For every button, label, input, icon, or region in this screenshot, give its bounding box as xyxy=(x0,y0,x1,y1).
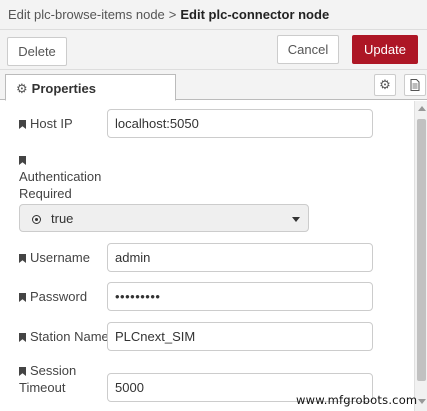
bookmark-icon xyxy=(19,333,26,342)
password-label: Password xyxy=(19,289,87,304)
session-timeout-label: Session Timeout xyxy=(19,363,77,395)
authentication-label: Authentication Required xyxy=(19,151,101,202)
username-label: Username xyxy=(19,250,90,265)
tab-properties[interactable]: ⚙ Properties xyxy=(5,74,176,101)
node-settings-button[interactable]: ⚙ xyxy=(374,74,396,96)
document-icon xyxy=(410,79,420,91)
breadcrumb-separator: > xyxy=(168,7,177,22)
bookmark-icon xyxy=(19,254,26,263)
username-input[interactable]: admin xyxy=(107,243,373,272)
update-button[interactable]: Update xyxy=(352,35,418,64)
authentication-select[interactable]: true xyxy=(19,204,309,232)
gear-icon: ⚙ xyxy=(379,77,391,92)
scroll-down-arrow-icon[interactable] xyxy=(418,399,426,404)
breadcrumb-current: Edit plc-connector node xyxy=(180,7,330,22)
watermark: www.mfgrobots.com xyxy=(296,393,418,407)
scroll-up-arrow-icon[interactable] xyxy=(418,106,426,111)
gear-icon: ⚙ xyxy=(16,81,28,96)
password-input[interactable]: ••••••••• xyxy=(107,282,373,311)
authentication-value: true xyxy=(51,211,74,226)
scrollbar[interactable] xyxy=(414,101,427,411)
host-ip-input[interactable]: localhost:5050 xyxy=(107,109,373,138)
bookmark-icon xyxy=(19,156,26,165)
breadcrumb: Edit plc-browse-items node > Edit plc-conn… xyxy=(0,0,427,30)
station-name-input[interactable]: PLCnext_SIM xyxy=(107,322,373,351)
host-ip-label: Host IP xyxy=(19,116,73,131)
bookmark-icon xyxy=(19,367,26,376)
scrollbar-thumb[interactable] xyxy=(417,119,426,381)
tab-properties-label: Properties xyxy=(31,81,96,96)
chevron-down-icon xyxy=(292,217,300,222)
radio-icon xyxy=(32,215,41,224)
station-name-label: Station Name xyxy=(19,329,109,344)
tab-bar: ⚙ Properties ⚙ xyxy=(0,70,427,101)
dialog-toolbar: Delete Cancel Update xyxy=(0,30,427,70)
bookmark-icon xyxy=(19,120,26,129)
node-description-button[interactable] xyxy=(404,74,426,96)
properties-form: Host IP localhost:5050 Authentication Re… xyxy=(0,101,427,411)
cancel-button[interactable]: Cancel xyxy=(277,35,339,64)
delete-button[interactable]: Delete xyxy=(7,37,67,66)
bookmark-icon xyxy=(19,293,26,302)
breadcrumb-parent-link[interactable]: Edit plc-browse-items node xyxy=(8,7,165,22)
